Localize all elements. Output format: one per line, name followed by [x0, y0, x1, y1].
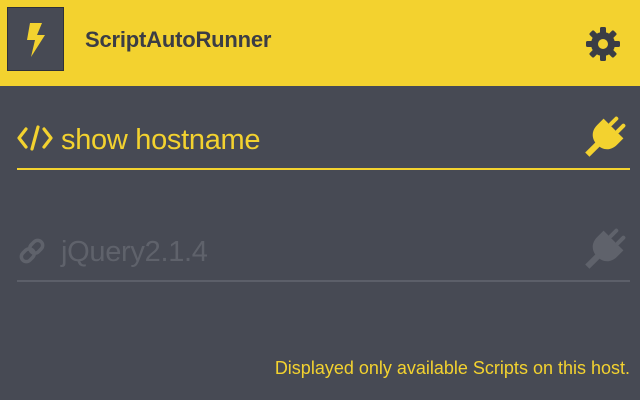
gear-icon[interactable] [585, 26, 621, 62]
app-title: ScriptAutoRunner [85, 27, 272, 52]
app-header: ScriptAutoRunner [0, 0, 640, 86]
availability-note: Displayed only available Scripts on this… [274, 358, 630, 378]
script-name: jQuery2.1.4 [61, 236, 208, 268]
script-row-jquery[interactable]: jQuery2.1.4 [17, 222, 630, 282]
plug-icon[interactable] [580, 112, 630, 162]
link-icon [19, 238, 45, 264]
script-name: show hostname [61, 124, 261, 156]
app-logo [7, 7, 64, 71]
script-row-show-hostname[interactable]: show hostname [17, 110, 630, 170]
code-icon [17, 125, 53, 151]
lightning-bolt-icon [27, 23, 45, 57]
plug-icon[interactable] [580, 224, 630, 274]
